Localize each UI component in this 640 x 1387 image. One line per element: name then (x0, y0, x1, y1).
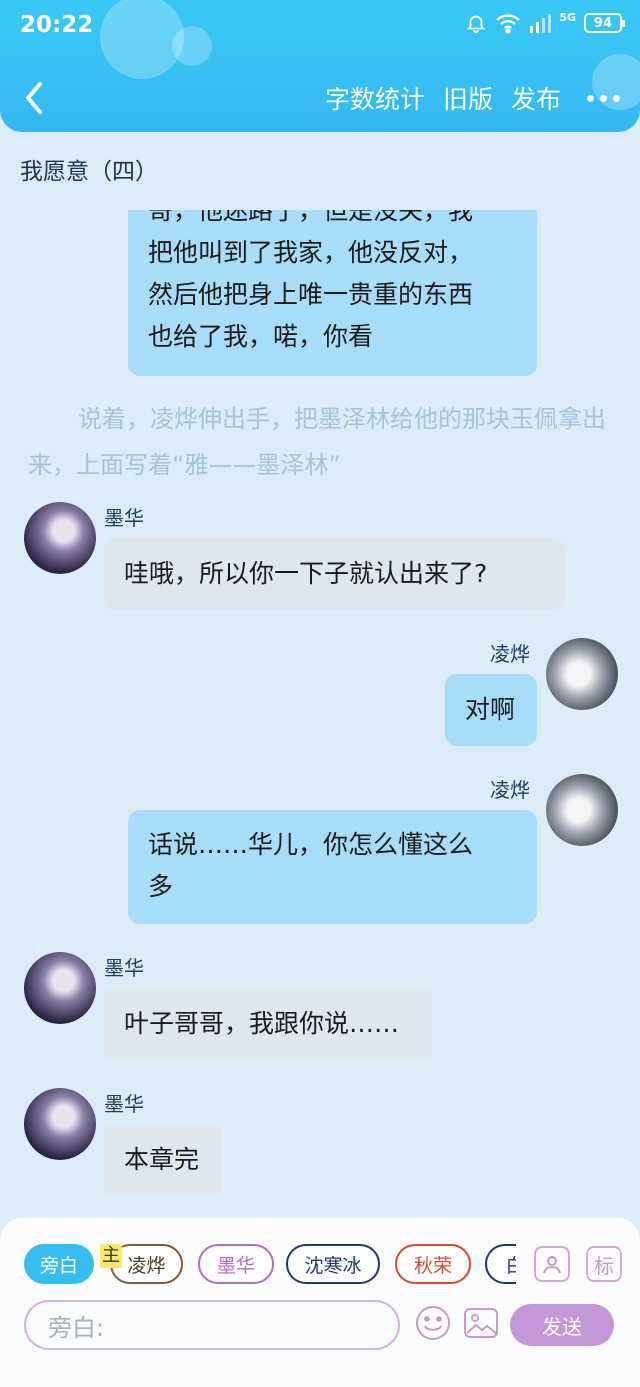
composer-panel: 旁白 凌烨 墨华 沈寒冰 秋荣 白 主 标 旁白: 发送 (0, 1218, 640, 1387)
role-chip-narrator[interactable]: 旁白 (24, 1244, 94, 1284)
chat-bubble[interactable]: 叶子哥哥，我跟你说…… (104, 988, 432, 1060)
main-role-badge: 主 (100, 1244, 122, 1268)
app-header: 20:22 5G 94 字数统计 旧版 发布 (0, 0, 640, 132)
publish-button[interactable]: 发布 (511, 80, 561, 116)
avatar[interactable] (546, 638, 618, 710)
back-button[interactable] (20, 80, 50, 116)
role-chips: 旁白 凌烨 墨华 沈寒冰 秋荣 白 (24, 1242, 516, 1286)
role-chip[interactable]: 沈寒冰 (286, 1244, 380, 1284)
add-role-button[interactable] (534, 1246, 570, 1282)
role-chip[interactable]: 墨华 (198, 1244, 274, 1284)
decor-bubble (100, 0, 184, 79)
avatar[interactable] (24, 502, 96, 574)
bell-icon (465, 12, 487, 34)
emoji-button[interactable] (414, 1304, 452, 1342)
narration-text: 说着，凌烨伸出手，把墨泽林给他的那块玉佩拿出来，上面写着“雅——墨泽林” (28, 405, 606, 479)
chat-bubble[interactable]: 话说……华儿，你怎么懂这么多 (128, 810, 537, 924)
chat-bubble[interactable]: 对啊 (445, 674, 537, 746)
bubble-line: 然后他把身上唯一贵重的东西 (148, 280, 474, 309)
chat-bubble[interactable]: 哇哦，所以你一下子就认出来了? (104, 538, 565, 610)
old-version-button[interactable]: 旧版 (443, 80, 493, 116)
person-icon (543, 1256, 561, 1274)
sender-name: 凌烨 (490, 642, 530, 666)
message-input[interactable]: 旁白: (24, 1300, 400, 1350)
bubble-line: 哥，他迷路了，但是没关，我 (148, 210, 474, 225)
sender-name: 墨华 (104, 1092, 144, 1116)
more-icon[interactable] (579, 94, 620, 102)
chevron-left-icon (26, 82, 42, 114)
wifi-icon (495, 12, 521, 34)
role-chip[interactable]: 秋荣 (395, 1244, 471, 1284)
decor-bubble (172, 26, 212, 66)
sender-name: 墨华 (104, 956, 144, 980)
send-button[interactable]: 发送 (510, 1304, 614, 1346)
network-type: 5G (559, 10, 576, 24)
avatar[interactable] (546, 774, 618, 846)
role-chip[interactable]: 白 (485, 1244, 516, 1284)
avatar[interactable] (24, 1088, 96, 1160)
sender-name: 凌烨 (490, 778, 530, 802)
signal-icon (529, 12, 552, 34)
battery-icon: 94 (584, 13, 625, 33)
chat-list[interactable]: 哥，他迷路了，但是没关，我 把他叫到了我家，他没反对， 然后他把身上唯一贵重的东… (0, 210, 640, 1215)
header-actions: 字数统计 旧版 发布 (325, 80, 620, 116)
chapter-title: 我愿意（四） (20, 159, 158, 185)
word-count-button[interactable]: 字数统计 (325, 80, 425, 116)
tag-button[interactable]: 标 (586, 1246, 622, 1282)
bubble-line: 把他叫到了我家，他没反对， (148, 238, 474, 267)
emoji-icon (416, 1306, 450, 1340)
sender-name: 墨华 (104, 506, 144, 530)
avatar[interactable] (24, 952, 96, 1024)
chat-bubble[interactable]: 哥，他迷路了，但是没关，我 把他叫到了我家，他没反对， 然后他把身上唯一贵重的东… (128, 210, 537, 376)
status-icons: 5G 94 (465, 10, 625, 34)
status-time: 20:22 (20, 12, 94, 38)
image-button[interactable] (462, 1304, 500, 1342)
chat-bubble[interactable]: 本章完 (104, 1124, 223, 1196)
bubble-line: 也给了我，喏，你看 (148, 322, 374, 351)
image-icon (464, 1308, 498, 1338)
